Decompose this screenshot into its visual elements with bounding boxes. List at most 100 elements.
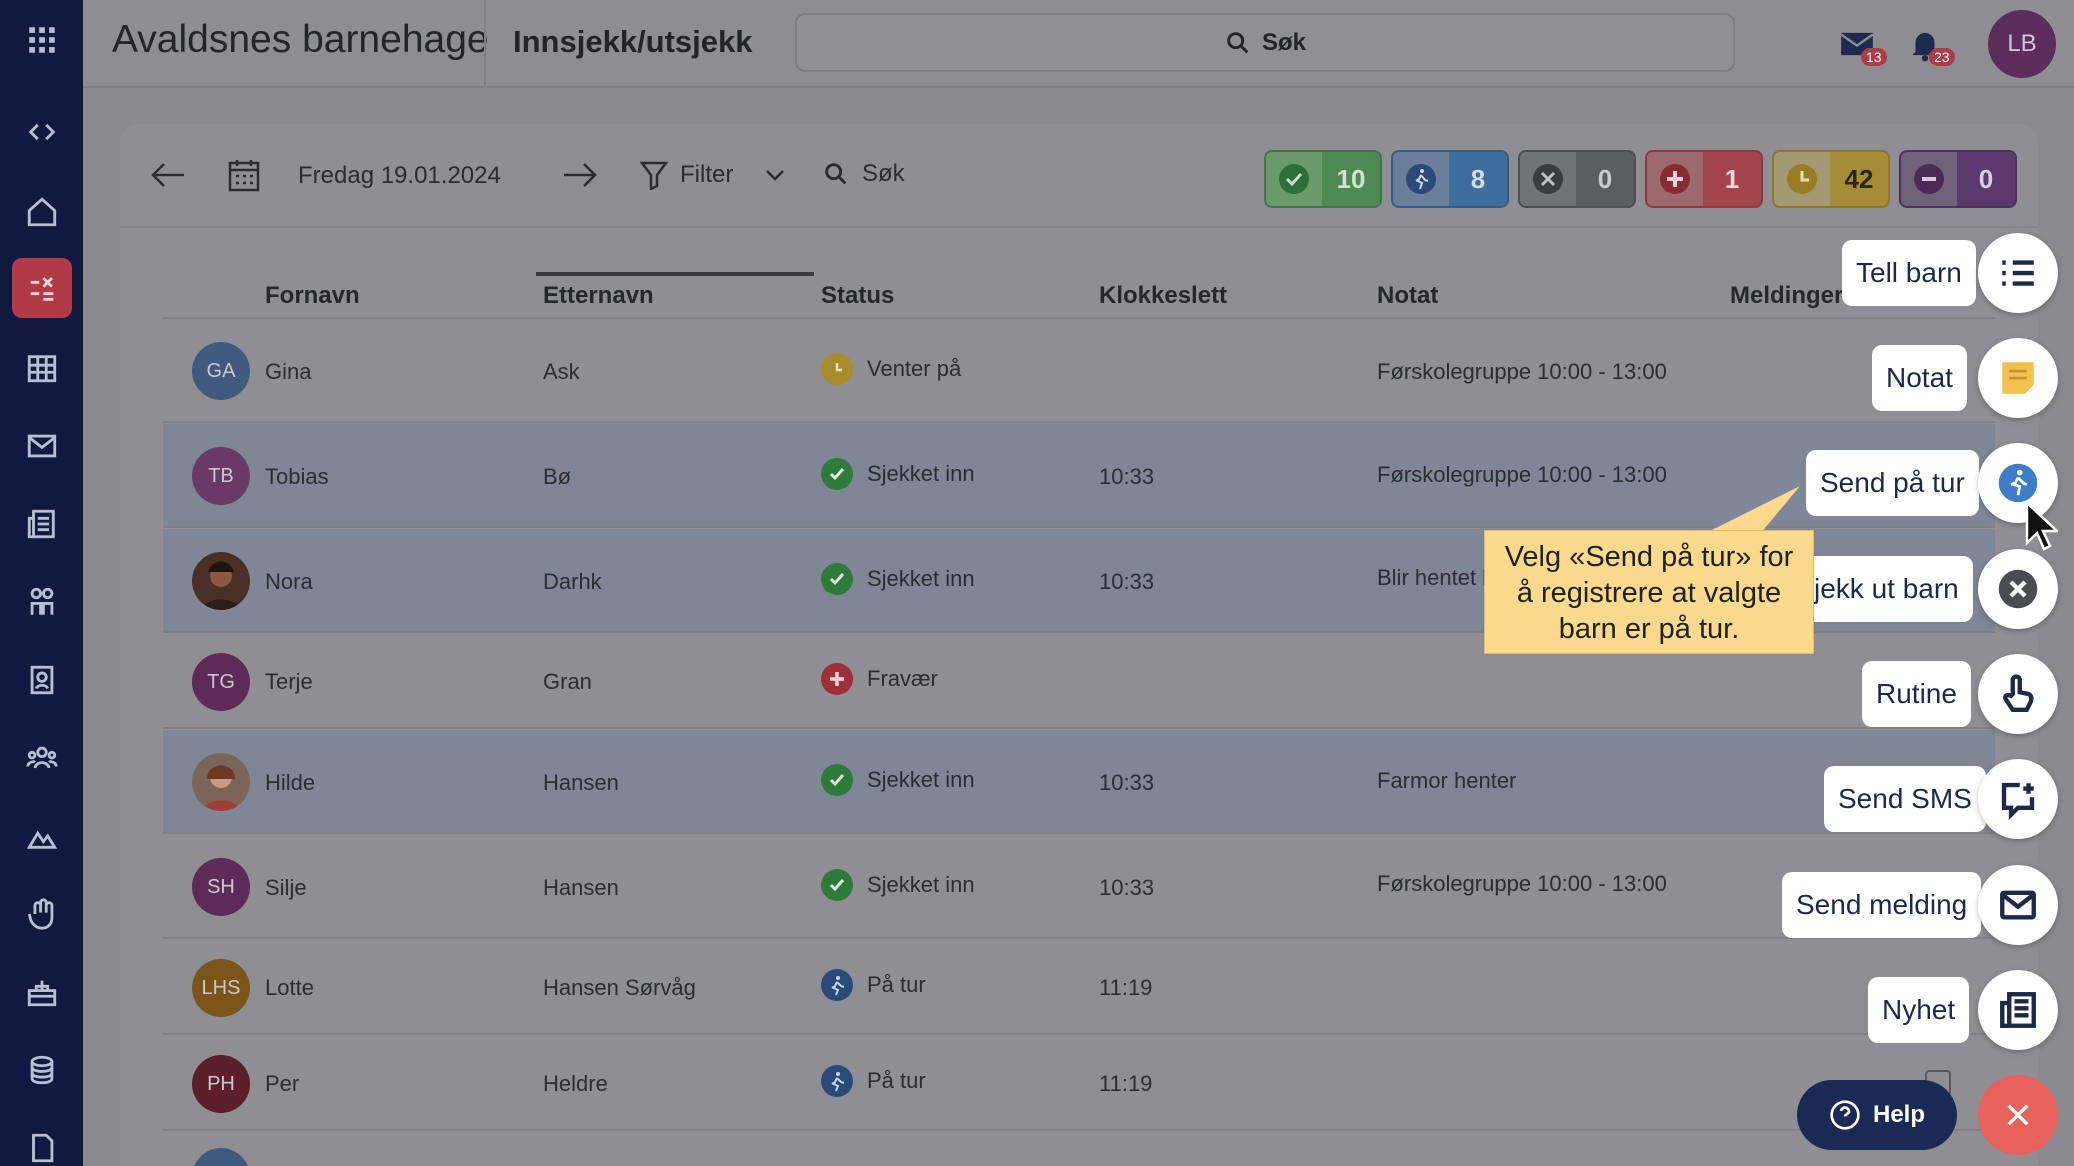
table-row[interactable]: PH Per Heldre På tur 11:19 — [163, 1036, 1995, 1131]
first-name: Tobias — [265, 464, 329, 489]
time: 11:19 — [1099, 1071, 1153, 1096]
first-name: Hilde — [265, 770, 316, 795]
walking-icon — [1998, 463, 2038, 503]
note: Førskolegruppe 10:00 - 13:00 — [1377, 359, 1667, 384]
status: Sjekket inn — [821, 869, 975, 901]
document-icon[interactable] — [12, 1118, 72, 1166]
note-label[interactable]: Notat — [1872, 345, 1967, 411]
send-message-button[interactable] — [1978, 865, 2058, 945]
table-row[interactable]: GA Gina Ask Venter på Førskolegruppe 10:… — [163, 319, 1995, 423]
send-sms-button[interactable] — [1978, 759, 2058, 839]
calendar-icon[interactable] — [228, 158, 260, 192]
tooltip-line-3: barn er på tur. — [1558, 613, 1740, 645]
last-name: Gran — [543, 669, 592, 694]
walking-icon — [821, 1065, 853, 1097]
stat-absent[interactable]: 1 — [1645, 150, 1763, 208]
sms-plus-icon — [2001, 782, 2035, 820]
user-avatar[interactable]: LB — [1988, 10, 2056, 78]
avatar: TB — [192, 447, 250, 505]
time: 10:33 — [1099, 569, 1155, 594]
count-children-button[interactable] — [1978, 233, 2058, 313]
mail-icon — [2000, 890, 2036, 920]
table-row[interactable] — [163, 1132, 1995, 1166]
last-name: Hansen — [543, 875, 619, 900]
check-icon — [821, 869, 853, 901]
avatar — [192, 1148, 250, 1166]
groups-icon[interactable] — [12, 728, 72, 788]
contacts-icon[interactable] — [12, 650, 72, 710]
avatar: GA — [192, 342, 250, 400]
checkin-icon[interactable] — [12, 258, 72, 318]
global-search-input[interactable]: Søk — [795, 13, 1735, 72]
header-status[interactable]: Status — [821, 282, 894, 310]
stat-checked-in[interactable]: 10 — [1264, 150, 1382, 208]
table-row[interactable]: LHS Lotte Hansen Sørvåg På tur 11:19 — [163, 940, 1995, 1035]
status-label: Sjekket inn — [867, 767, 975, 792]
check-out-button[interactable] — [1978, 549, 2058, 629]
header-messages[interactable]: Meldinger — [1730, 282, 1843, 310]
stat-on-trip[interactable]: 8 — [1391, 150, 1509, 208]
children-icon[interactable] — [12, 572, 72, 632]
routine-button[interactable] — [1978, 654, 2058, 734]
avatar: LHS — [192, 959, 250, 1017]
header-last-name[interactable]: Etternavn — [543, 282, 654, 310]
apps-grid-icon[interactable] — [12, 10, 72, 70]
bell-icon[interactable]: 23 — [1901, 20, 1955, 68]
status: På tur — [821, 969, 926, 1001]
stat-not-coming[interactable]: 0 — [1899, 150, 2017, 208]
mail-icon[interactable] — [12, 416, 72, 476]
send-message-label[interactable]: Send melding — [1782, 872, 1982, 938]
header-note[interactable]: Notat — [1377, 282, 1438, 310]
close-menu-button[interactable] — [1978, 1075, 2058, 1155]
send-sms-label[interactable]: Send SMS — [1824, 766, 1986, 832]
coins-icon[interactable] — [12, 1040, 72, 1100]
list-icon — [2002, 260, 2034, 286]
table-row[interactable]: Hilde Hansen Sjekket inn 10:33 Farmor he… — [163, 730, 1995, 834]
time: 10:33 — [1099, 875, 1155, 900]
hand-icon[interactable] — [12, 884, 72, 944]
routine-label[interactable]: Rutine — [1862, 661, 1971, 727]
table-row[interactable]: SH Silje Hansen Sjekket inn 10:33 Førsko… — [163, 835, 1995, 939]
avatar-photo — [192, 552, 250, 610]
stat-absent-count: 1 — [1724, 163, 1740, 194]
status-label: På tur — [867, 972, 926, 997]
tooltip-line-2: å registrere at valgte — [1516, 577, 1782, 609]
filter-label: Filter — [680, 161, 734, 188]
next-day-button[interactable] — [562, 160, 598, 190]
header-first-name[interactable]: Fornavn — [265, 282, 360, 310]
send-on-trip-label[interactable]: Send på tur — [1806, 450, 1979, 516]
home-icon[interactable] — [12, 182, 72, 242]
count-children-label[interactable]: Tell barn — [1842, 240, 1976, 306]
last-name: Darhk — [543, 569, 602, 594]
header-time[interactable]: Klokkeslett — [1099, 282, 1227, 310]
page-title: Innsjekk/utsjekk — [513, 24, 753, 59]
avatar: SH — [192, 858, 250, 916]
medical-cross-icon — [1647, 152, 1703, 206]
news-icon[interactable] — [12, 494, 72, 554]
minus-circle-icon — [1901, 152, 1957, 206]
last-name: Bø — [543, 464, 572, 489]
news-label[interactable]: Nyhet — [1868, 977, 1970, 1043]
last-name: Hansen — [543, 770, 619, 795]
close-icon — [2007, 1104, 2029, 1126]
current-date[interactable]: Fredag 19.01.2024 — [298, 162, 501, 190]
collapse-toggle-icon[interactable] — [12, 102, 72, 162]
mail-icon[interactable]: 13 — [1833, 20, 1887, 68]
notification-badge: 23 — [1929, 48, 1955, 66]
news-button[interactable] — [1978, 970, 2058, 1050]
check-out-label[interactable]: jekk ut barn — [1800, 556, 1973, 622]
note-button[interactable] — [1978, 338, 2058, 418]
question-circle-icon — [1830, 1100, 1860, 1130]
close-circle-icon — [1520, 152, 1576, 206]
status: På tur — [821, 1065, 926, 1097]
avatar-photo — [192, 753, 250, 811]
stat-checked-out[interactable]: 0 — [1518, 150, 1636, 208]
calendar-grid-icon[interactable] — [12, 338, 72, 398]
activity-icon[interactable] — [12, 806, 72, 866]
prev-day-button[interactable] — [150, 160, 186, 190]
gift-icon[interactable] — [12, 962, 72, 1022]
help-button[interactable]: Help — [1797, 1080, 1957, 1150]
table-search-button[interactable]: Søk — [822, 160, 905, 188]
filter-button[interactable]: Filter — [640, 160, 787, 190]
stat-waiting[interactable]: 42 — [1772, 150, 1890, 208]
